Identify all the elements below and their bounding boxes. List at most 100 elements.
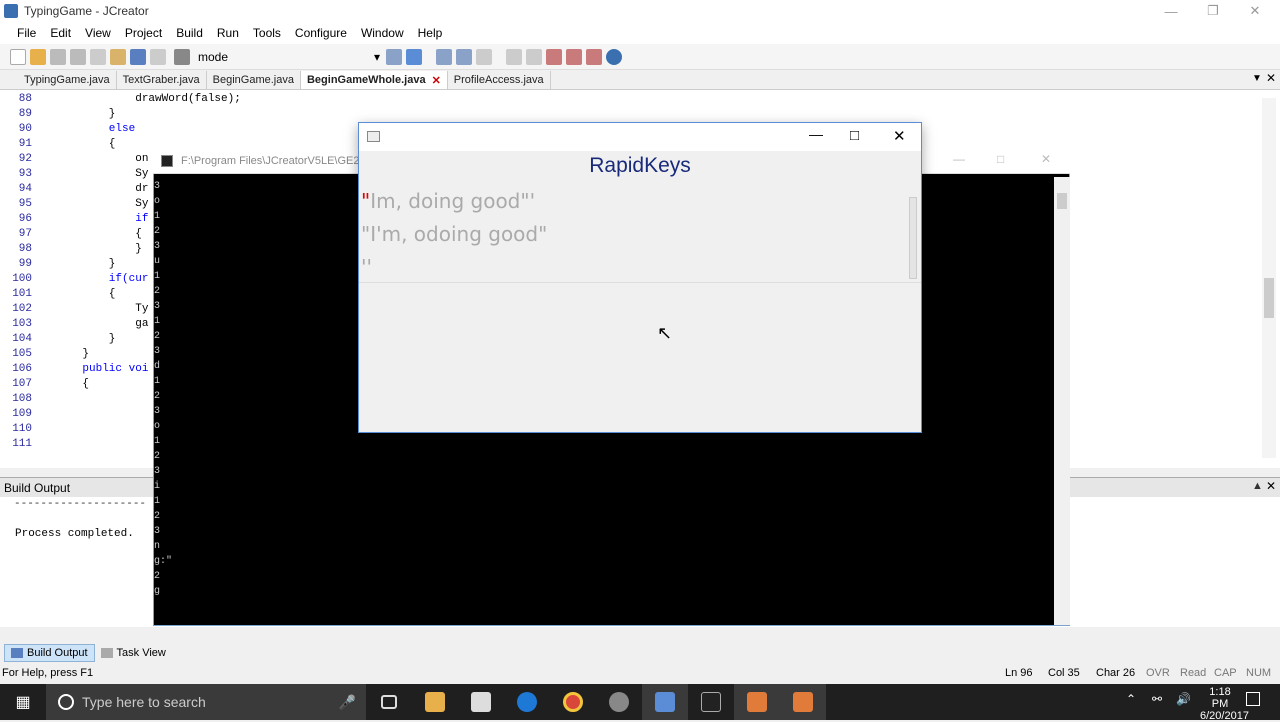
start-button[interactable]: ▦ <box>0 684 46 720</box>
window-icon[interactable] <box>546 48 563 65</box>
java-window-icon <box>367 131 380 142</box>
step-icon[interactable] <box>436 48 453 65</box>
undo-icon[interactable] <box>130 48 146 65</box>
menu-project[interactable]: Project <box>118 26 169 40</box>
code-line: else <box>56 123 136 135</box>
tab-list-chevron-icon[interactable]: ▼ <box>1252 73 1262 84</box>
console-scrollbar[interactable] <box>1054 177 1070 625</box>
paste-icon[interactable] <box>110 48 126 65</box>
tab-build-output[interactable]: Build Output <box>4 644 95 662</box>
console-close-icon[interactable]: ✕ <box>1041 152 1051 166</box>
notifications-icon[interactable] <box>1246 692 1260 706</box>
taskbar-search-box[interactable]: Type here to search 🎤 <box>46 684 366 720</box>
windows-logo-icon: ▦ <box>15 694 31 711</box>
taskbar-console[interactable] <box>688 684 734 720</box>
typing-area-scrollbar[interactable] <box>909 197 917 279</box>
mode-dropdown[interactable]: ▾ <box>234 48 384 66</box>
java-icon <box>747 692 767 712</box>
task-view-button[interactable] <box>366 684 412 720</box>
typing-line-text: Im, doing good"' <box>370 189 536 213</box>
console-line: 3 <box>154 526 161 537</box>
rapidkeys-minimize-icon[interactable]: — <box>809 126 823 142</box>
status-ovr: OVR <box>1146 667 1170 679</box>
tab-typinggame[interactable]: TypingGame.java <box>18 71 117 89</box>
menu-build[interactable]: Build <box>169 26 210 40</box>
close-tab-icon[interactable]: ✕ <box>432 74 441 87</box>
console-line: 1 <box>154 436 161 447</box>
menu-run[interactable]: Run <box>210 26 246 40</box>
mouse-cursor-icon: ↖ <box>657 323 673 343</box>
task-view-icon <box>100 648 113 658</box>
minimize-button[interactable]: — <box>1150 0 1192 22</box>
layout-icon[interactable] <box>586 48 603 65</box>
windows-icon[interactable] <box>566 48 583 65</box>
debug-icon[interactable] <box>456 48 473 65</box>
console-maximize-icon[interactable]: □ <box>997 152 1004 166</box>
menu-help[interactable]: Help <box>411 26 450 40</box>
redo-icon[interactable] <box>150 48 166 65</box>
taskbar-jcreator[interactable] <box>642 684 688 720</box>
close-panel-icon[interactable]: ✕ <box>1266 479 1276 493</box>
console-minimize-icon[interactable]: — <box>953 152 965 166</box>
scrollbar-thumb[interactable] <box>1057 193 1067 209</box>
taskbar-edge[interactable] <box>504 684 550 720</box>
taskbar-java-1[interactable] <box>734 684 780 720</box>
restore-button[interactable]: ❐ <box>1192 0 1234 22</box>
tab-profileaccess[interactable]: ProfileAccess.java <box>448 71 551 89</box>
console-line: g <box>154 586 161 597</box>
binoculars-icon[interactable] <box>174 48 190 65</box>
run-icon[interactable] <box>406 48 423 65</box>
taskbar-clock[interactable]: 1:18 PM 6/20/2017 <box>1200 686 1249 722</box>
back-icon[interactable] <box>506 48 523 65</box>
tab-begingame[interactable]: BeginGame.java <box>207 71 301 89</box>
rapidkeys-typing-area[interactable]: "Im, doing good"' "I'm, odoing good" '' <box>359 189 921 283</box>
window-title: TypingGame - JCreator <box>24 4 149 18</box>
build-output-icon <box>11 648 23 658</box>
close-button[interactable]: ✕ <box>1234 0 1276 22</box>
tray-chevron-up-icon[interactable]: ⌃ <box>1126 692 1136 706</box>
new-file-icon[interactable] <box>10 48 26 65</box>
store-icon <box>471 692 491 712</box>
taskbar-file-explorer[interactable] <box>412 684 458 720</box>
save-icon[interactable] <box>50 48 66 65</box>
network-icon[interactable]: ⚯ <box>1152 692 1162 706</box>
rapidkeys-window[interactable]: — □ ✕ RapidKeys "Im, doing good"' "I'm, … <box>358 122 922 433</box>
volume-icon[interactable]: 🔊 <box>1176 692 1191 706</box>
taskbar-store[interactable] <box>458 684 504 720</box>
typing-line-text: "I'm, odoing good" <box>361 222 548 246</box>
line-number: 97 <box>18 228 32 240</box>
microphone-icon[interactable]: 🎤 <box>339 694 356 711</box>
menu-edit[interactable]: Edit <box>43 26 78 40</box>
help-icon[interactable] <box>606 48 623 65</box>
menu-file[interactable]: File <box>10 26 43 40</box>
scrollbar-thumb[interactable] <box>1264 278 1274 318</box>
tab-task-view[interactable]: Task View <box>95 645 172 661</box>
tab-begingamewhole[interactable]: BeginGameWhole.java ✕ <box>300 71 448 89</box>
open-folder-icon[interactable] <box>30 48 46 65</box>
taskbar-java-2[interactable] <box>780 684 826 720</box>
typing-line-text: '' <box>361 255 372 279</box>
tab-textgraber[interactable]: TextGraber.java <box>117 71 207 89</box>
menu-window[interactable]: Window <box>354 26 411 40</box>
forward-icon[interactable] <box>526 48 543 65</box>
rapidkeys-maximize-icon[interactable]: □ <box>850 127 859 144</box>
build-output-title: Build Output <box>4 481 71 495</box>
editor-vertical-scrollbar[interactable] <box>1262 98 1276 458</box>
close-editor-icon[interactable]: ✕ <box>1266 71 1276 85</box>
line-number: 100 <box>12 273 32 285</box>
folder-icon <box>425 692 445 712</box>
menu-configure[interactable]: Configure <box>288 26 354 40</box>
line-number: 94 <box>18 183 32 195</box>
menu-view[interactable]: View <box>78 26 118 40</box>
save-all-icon[interactable] <box>70 48 86 65</box>
console-path: F:\Program Files\JCreatorV5LE\GE20 <box>181 154 366 167</box>
rapidkeys-close-icon[interactable]: ✕ <box>893 127 906 145</box>
console-line: 2 <box>154 226 161 237</box>
taskbar-chrome[interactable] <box>550 684 596 720</box>
tool-icon[interactable] <box>476 48 493 65</box>
menu-tools[interactable]: Tools <box>246 26 288 40</box>
pin-icon[interactable]: ▲ <box>1252 480 1263 492</box>
compile-icon[interactable] <box>386 48 403 65</box>
taskbar-app[interactable] <box>596 684 642 720</box>
copy-icon[interactable] <box>90 48 106 65</box>
